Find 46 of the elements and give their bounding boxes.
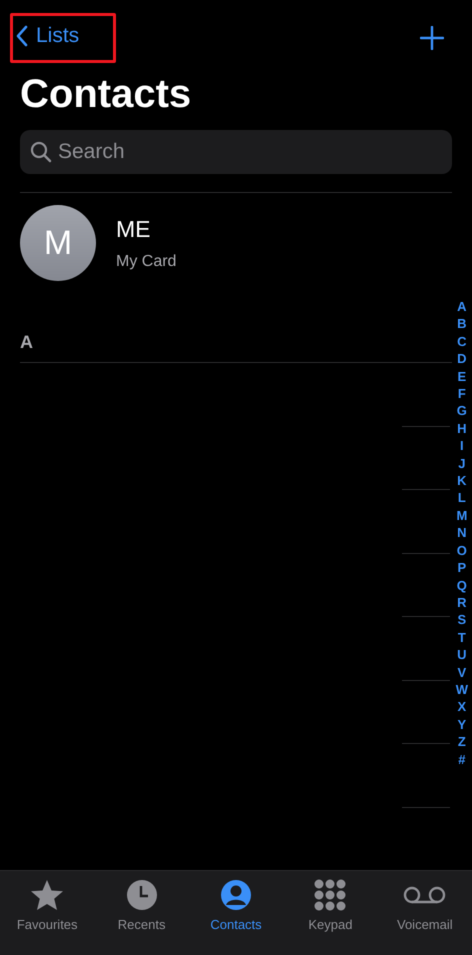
tab[interactable]: Keypad	[283, 871, 378, 955]
tab[interactable]: Contacts	[188, 871, 284, 955]
index-letter[interactable]: Z	[458, 733, 466, 751]
index-letter[interactable]: Q	[456, 576, 467, 594]
index-letter[interactable]: E	[458, 368, 466, 386]
page-title: Contacts	[20, 71, 192, 118]
index-letter[interactable]: W	[456, 680, 468, 698]
index-letter[interactable]: D	[457, 350, 467, 368]
index-letter[interactable]: P	[458, 559, 466, 576]
tab[interactable]: Voicemail	[378, 871, 472, 955]
index-letter[interactable]: A	[457, 298, 467, 316]
index-letter[interactable]: #	[458, 750, 466, 768]
index-letter[interactable]: T	[458, 628, 466, 646]
index-letter[interactable]: I	[460, 437, 464, 455]
contact-name[interactable]: ME	[116, 212, 176, 246]
section-header: A	[20, 331, 33, 354]
search-field[interactable]: Search	[20, 130, 452, 174]
index-letter[interactable]: C	[457, 332, 467, 350]
back-button[interactable]: Lists	[10, 14, 86, 58]
index-letter[interactable]: V	[458, 664, 466, 681]
tab[interactable]: Favourites	[0, 871, 94, 955]
index-letter[interactable]: U	[457, 646, 467, 664]
index-letter[interactable]: M	[456, 506, 468, 524]
index-letter[interactable]: O	[456, 542, 467, 560]
index-letter[interactable]: R	[457, 594, 467, 612]
clock-icon	[124, 879, 159, 911]
tab[interactable]: Recents	[94, 871, 189, 955]
chevron-left-icon	[16, 24, 28, 47]
index-letter[interactable]: B	[457, 315, 467, 333]
index-letter[interactable]: H	[457, 420, 467, 438]
search-icon	[30, 141, 52, 163]
index-letter[interactable]: J	[458, 454, 466, 472]
index-letter[interactable]: L	[458, 489, 466, 507]
contact-subtitle: My Card	[116, 252, 176, 272]
index-letter[interactable]: K	[457, 472, 467, 490]
index-letter[interactable]: N	[457, 524, 467, 542]
index-letter[interactable]: G	[456, 402, 467, 420]
avatar: M	[20, 205, 96, 281]
star-icon	[30, 879, 64, 911]
index-letter[interactable]: X	[458, 698, 466, 716]
plus-icon	[420, 26, 444, 50]
keypad-icon	[313, 879, 348, 911]
index-letter[interactable]: S	[458, 611, 466, 629]
index-letter[interactable]: Y	[458, 716, 466, 734]
index-letter[interactable]: F	[458, 385, 466, 402]
person-circle-icon	[219, 879, 254, 911]
